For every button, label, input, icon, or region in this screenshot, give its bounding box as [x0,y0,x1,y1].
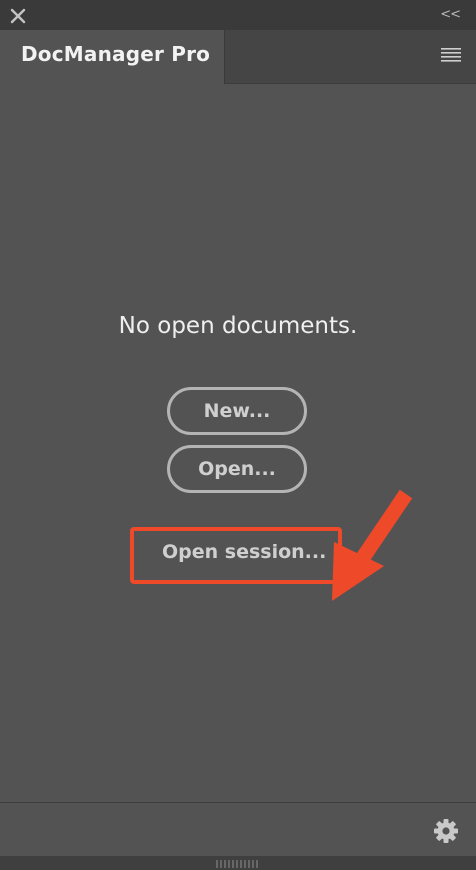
collapse-panel-button[interactable]: << [440,6,461,24]
tab-label: DocManager Pro [21,42,211,66]
close-icon[interactable] [9,7,27,25]
empty-state-message: No open documents. [118,313,358,339]
new-document-button[interactable]: New... [167,387,307,435]
panel-titlebar: << [0,0,476,30]
panel-footer [0,802,476,857]
open-document-button[interactable]: Open... [167,445,307,493]
hamburger-menu-icon[interactable] [440,47,462,63]
panel-tab-strip: DocManager Pro [0,30,476,84]
gear-icon[interactable] [432,817,460,845]
resize-handle[interactable] [0,856,476,870]
grip-icon [216,860,258,868]
docmanager-panel: << DocManager Pro No open documents. New… [0,0,476,870]
annotation-highlight-box [130,527,342,584]
annotation-arrow-icon [332,489,413,601]
panel-content: No open documents. New... Open... Open s… [0,84,476,802]
tab-docmanager-pro[interactable]: DocManager Pro [0,30,225,84]
